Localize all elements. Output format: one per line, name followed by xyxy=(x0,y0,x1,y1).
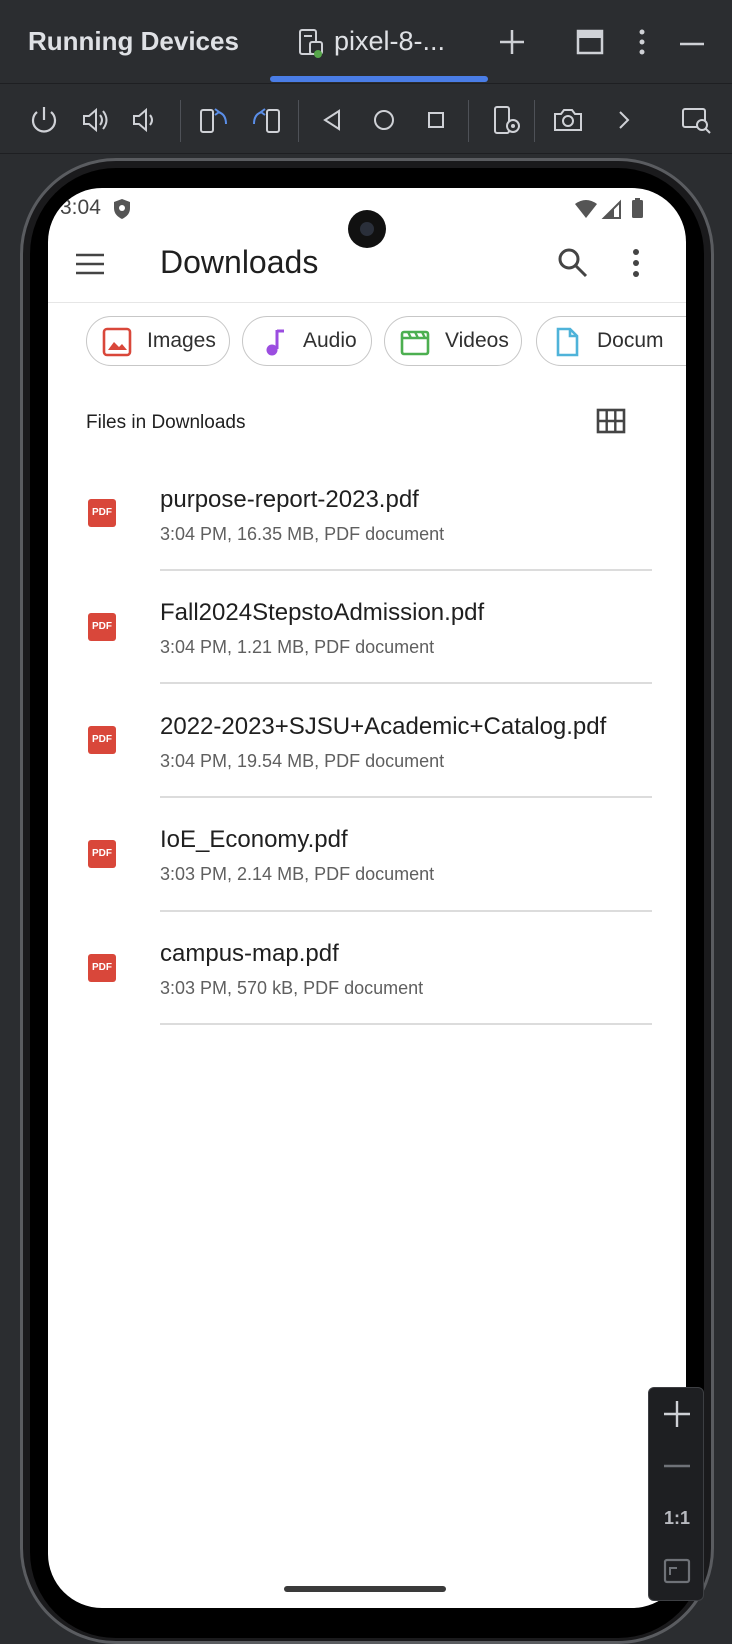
device-settings-icon[interactable] xyxy=(486,100,526,140)
more-options-icon[interactable] xyxy=(622,22,662,62)
app-bar: Downloads xyxy=(48,228,686,302)
panel-title: Running Devices xyxy=(28,26,239,56)
pdf-icon: PDF xyxy=(88,954,116,982)
file-meta: 3:03 PM, 570 kB, PDF document xyxy=(160,978,424,998)
movie-icon xyxy=(400,330,430,356)
chip-label: Audio xyxy=(303,329,357,352)
device-toolbar xyxy=(0,86,732,154)
chip-label: Docum xyxy=(597,329,664,352)
fit-screen-icon[interactable] xyxy=(649,1546,705,1596)
more-vert-icon[interactable] xyxy=(626,246,646,280)
chip-videos[interactable]: Videos xyxy=(384,316,522,366)
hamburger-menu-icon[interactable] xyxy=(74,248,106,280)
page-title: Downloads xyxy=(160,244,319,280)
pdf-icon: PDF xyxy=(88,613,116,641)
volume-down-icon[interactable] xyxy=(124,100,164,140)
search-icon[interactable] xyxy=(556,246,590,280)
document-icon xyxy=(556,327,579,357)
list-item[interactable]: PDF purpose-report-2023.pdf 3:04 PM, 16.… xyxy=(48,458,686,571)
rotate-left-icon[interactable] xyxy=(194,100,234,140)
home-icon[interactable] xyxy=(364,100,404,140)
pdf-icon: PDF xyxy=(88,726,116,754)
device-icon xyxy=(299,29,323,58)
list-item[interactable]: PDF Fall2024StepstoAdmission.pdf 3:04 PM… xyxy=(48,571,686,684)
file-meta: 3:04 PM, 19.54 MB, PDF document xyxy=(160,751,445,771)
shield-icon xyxy=(114,199,130,219)
status-icons xyxy=(575,198,643,219)
file-name: IoE_Economy.pdf xyxy=(160,826,348,853)
volume-up-icon[interactable] xyxy=(76,100,116,140)
tool-window-header: Running Devices pixel-8-... xyxy=(0,0,732,84)
list-item[interactable]: PDF campus-map.pdf 3:03 PM, 570 kB, PDF … xyxy=(48,912,686,1025)
toolbar-separator xyxy=(534,100,535,142)
wifi-icon xyxy=(575,200,597,218)
file-name: Fall2024StepstoAdmission.pdf xyxy=(160,599,485,626)
device-screen[interactable]: 3:04 Downloads Images Audio Videos Docum… xyxy=(48,188,686,1608)
tab-label: pixel-8-... xyxy=(334,26,446,56)
zoom-actual-size-button[interactable]: 1:1 xyxy=(649,1508,705,1529)
file-name: campus-map.pdf xyxy=(160,940,339,967)
toolbar-separator xyxy=(468,100,469,142)
file-meta: 3:04 PM, 1.21 MB, PDF document xyxy=(160,637,435,657)
pdf-icon: PDF xyxy=(88,840,116,868)
zoom-controls: 1:1 xyxy=(648,1387,704,1601)
battery-icon xyxy=(632,200,643,218)
toolbar-separator xyxy=(298,100,299,142)
camera-icon[interactable] xyxy=(548,100,588,140)
file-meta: 3:04 PM, 16.35 MB, PDF document xyxy=(160,524,445,544)
screen-search-icon[interactable] xyxy=(676,100,716,140)
app-bar-divider xyxy=(48,302,686,303)
minimize-icon[interactable] xyxy=(672,22,712,62)
music-note-icon xyxy=(266,329,284,356)
row-divider xyxy=(160,1023,652,1025)
row-divider xyxy=(160,682,652,684)
zoom-out-icon[interactable] xyxy=(649,1440,705,1490)
chevron-right-icon[interactable] xyxy=(604,100,644,140)
file-meta: 3:03 PM, 2.14 MB, PDF document xyxy=(160,864,435,884)
window-layout-icon[interactable] xyxy=(570,22,610,62)
grid-view-icon[interactable] xyxy=(596,408,626,434)
overview-icon[interactable] xyxy=(416,100,456,140)
chip-label: Videos xyxy=(445,329,509,352)
back-icon[interactable] xyxy=(312,100,352,140)
list-item[interactable]: PDF IoE_Economy.pdf 3:03 PM, 2.14 MB, PD… xyxy=(48,798,686,912)
list-item[interactable]: PDF 2022-2023+SJSU+Academic+Catalog.pdf … xyxy=(48,685,686,798)
chip-images[interactable]: Images xyxy=(86,316,230,366)
power-icon[interactable] xyxy=(24,100,64,140)
pdf-icon: PDF xyxy=(88,499,116,527)
chip-label: Images xyxy=(147,329,216,352)
zoom-in-icon[interactable] xyxy=(649,1388,705,1438)
chip-audio[interactable]: Audio xyxy=(242,316,372,366)
add-tab-icon[interactable] xyxy=(492,22,532,62)
file-name: 2022-2023+SJSU+Academic+Catalog.pdf xyxy=(160,713,607,740)
section-title: Files in Downloads xyxy=(86,412,246,433)
gesture-handle[interactable] xyxy=(284,1586,446,1592)
status-time: 3:04 xyxy=(60,196,101,219)
rotate-right-icon[interactable] xyxy=(246,100,286,140)
toolbar-separator xyxy=(180,100,181,142)
tab-pixel-8[interactable]: pixel-8-... xyxy=(270,0,488,84)
tab-active-indicator xyxy=(270,76,488,82)
category-chips: Images Audio Videos Docum xyxy=(86,316,686,366)
chip-documents[interactable]: Docum xyxy=(536,316,686,366)
image-icon xyxy=(102,327,132,357)
file-name: purpose-report-2023.pdf xyxy=(160,486,419,513)
